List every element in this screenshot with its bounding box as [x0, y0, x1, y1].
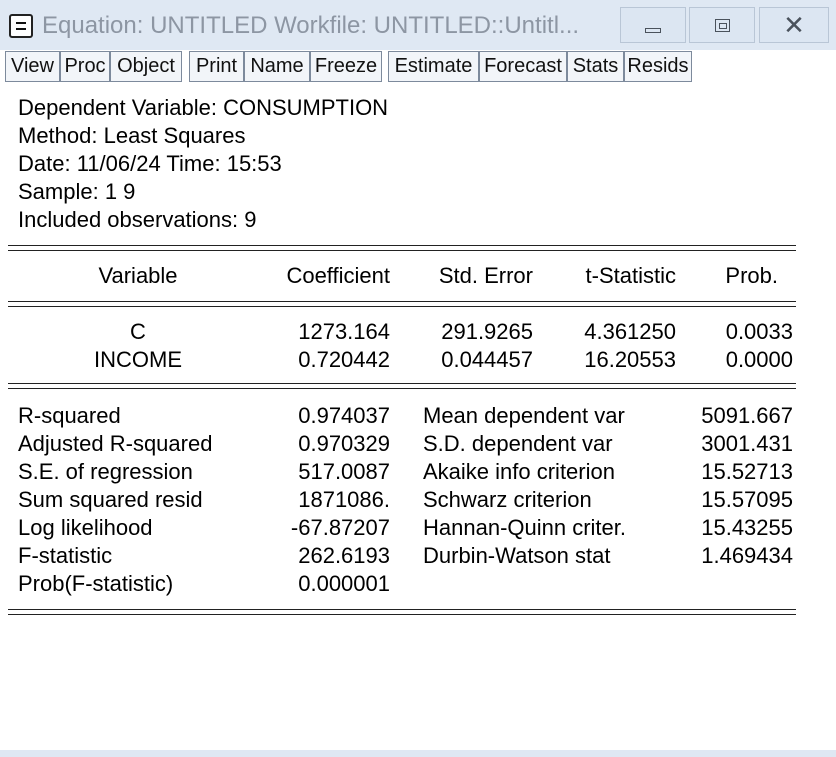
toolbar-proc-button[interactable]: Proc: [60, 51, 110, 82]
title-bar[interactable]: Equation: UNTITLED Workfile: UNTITLED::U…: [0, 0, 836, 50]
table-rule: [8, 301, 796, 302]
stat-value: 1.469434: [701, 543, 793, 568]
std-error-value: 0.044457: [441, 347, 533, 372]
column-header-coefficient: Coefficient: [286, 263, 390, 288]
table-rule: [8, 306, 796, 307]
stat-value: 5091.667: [701, 403, 793, 428]
stat-label: Akaike info criterion: [423, 459, 615, 484]
column-header-prob: Prob.: [725, 263, 778, 288]
maximize-button[interactable]: [689, 7, 755, 43]
vertical-scroll-area[interactable]: [820, 85, 836, 750]
t-statistic-value: 4.361250: [584, 319, 676, 344]
stat-label: Log likelihood: [18, 515, 153, 540]
std-error-value: 291.9265: [441, 319, 533, 344]
stat-label: S.D. dependent var: [423, 431, 613, 456]
estimation-output[interactable]: Dependent Variable: CONSUMPTION Method: …: [0, 85, 820, 750]
stat-value: 517.0087: [298, 459, 390, 484]
close-button[interactable]: ✕: [759, 7, 829, 43]
column-header-variable: Variable: [98, 263, 178, 288]
stat-label: Adjusted R-squared: [18, 431, 213, 456]
close-icon: ✕: [783, 10, 805, 40]
toolbar-forecast-button[interactable]: Forecast: [479, 51, 567, 82]
toolbar-object-button[interactable]: Object: [110, 51, 182, 82]
stat-label: F-statistic: [18, 543, 113, 568]
table-rule: [8, 245, 796, 246]
stat-label: R-squared: [18, 403, 121, 428]
stat-label: S.E. of regression: [18, 459, 193, 484]
stat-label: Mean dependent var: [423, 403, 625, 428]
column-header-t-statistic: t-Statistic: [585, 263, 676, 288]
prob-value: 0.0033: [725, 319, 793, 344]
variable-name: C: [130, 319, 146, 344]
toolbar-freeze-button[interactable]: Freeze: [310, 51, 382, 82]
restore-icon: [714, 18, 730, 32]
toolbar-view-button[interactable]: View: [5, 51, 60, 82]
table-rule: [8, 388, 796, 389]
toolbar-name-button[interactable]: Name: [244, 51, 310, 82]
equation-window-icon[interactable]: [9, 14, 33, 38]
table-rule: [8, 250, 796, 251]
stat-value: 1871086.: [298, 487, 390, 512]
dependent-variable-line: Dependent Variable: CONSUMPTION: [18, 95, 389, 120]
stat-value: 262.6193: [298, 543, 390, 568]
minimize-icon: [645, 27, 661, 33]
toolbar-estimate-button[interactable]: Estimate: [388, 51, 479, 82]
stat-label: Prob(F-statistic): [18, 571, 174, 596]
observations-line: Included observations: 9: [18, 207, 257, 232]
toolbar-stats-button[interactable]: Stats: [567, 51, 624, 82]
table-rule: [8, 383, 796, 384]
stat-value: 0.000001: [298, 571, 390, 596]
method-line: Method: Least Squares: [18, 123, 246, 148]
stat-value: 15.57095: [701, 487, 793, 512]
stat-label: Sum squared resid: [18, 487, 203, 512]
window-title: Equation: UNTITLED Workfile: UNTITLED::U…: [42, 12, 580, 39]
coefficient-value: 1273.164: [298, 319, 390, 344]
coefficient-value: 0.720442: [298, 347, 390, 372]
stat-value: 0.974037: [298, 403, 390, 428]
stat-value: -67.87207: [290, 515, 390, 540]
stat-value: 0.970329: [298, 431, 390, 456]
date-time-line: Date: 11/06/24 Time: 15:53: [18, 151, 282, 176]
toolbar-print-button[interactable]: Print: [189, 51, 244, 82]
toolbar-resids-button[interactable]: Resids: [624, 51, 692, 82]
minimize-button[interactable]: [620, 7, 686, 43]
stat-value: 15.52713: [701, 459, 793, 484]
prob-value: 0.0000: [725, 347, 793, 372]
stat-value: 15.43255: [701, 515, 793, 540]
table-rule: [8, 614, 796, 615]
stat-label: Durbin-Watson stat: [423, 543, 611, 568]
stat-value: 3001.431: [701, 431, 793, 456]
table-rule: [8, 609, 796, 610]
sample-line: Sample: 1 9: [18, 179, 136, 204]
stat-label: Hannan-Quinn criter.: [423, 515, 626, 540]
equation-window: Equation: UNTITLED Workfile: UNTITLED::U…: [0, 0, 836, 757]
variable-name: INCOME: [94, 347, 182, 372]
column-header-std-error: Std. Error: [438, 263, 533, 288]
equation-toolbar: View Proc Object Print Name Freeze Estim…: [0, 50, 836, 85]
stat-label: Schwarz criterion: [423, 487, 592, 512]
t-statistic-value: 16.20553: [584, 347, 676, 372]
